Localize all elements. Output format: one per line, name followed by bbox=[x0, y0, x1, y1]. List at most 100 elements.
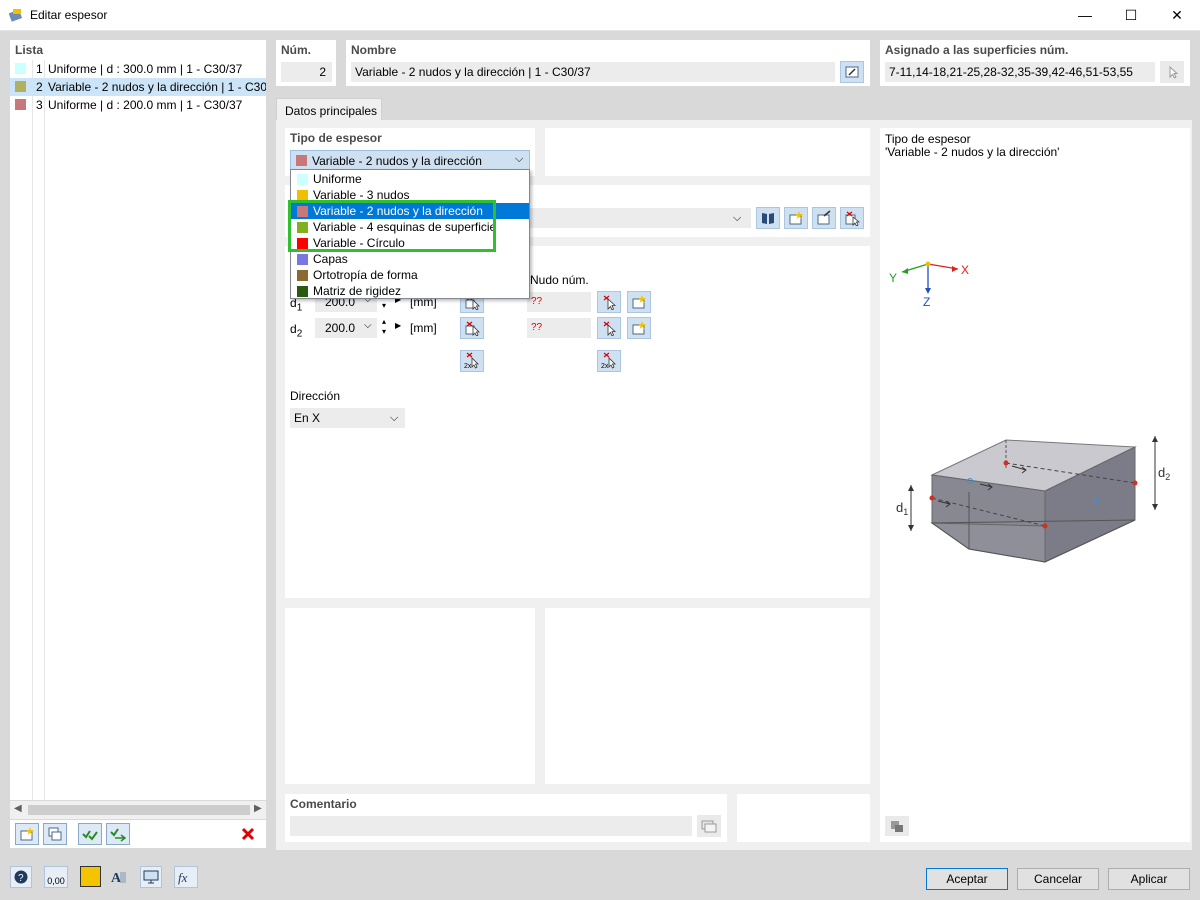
svg-text:2x: 2x bbox=[601, 363, 609, 370]
pick-icon bbox=[845, 211, 860, 226]
list-item[interactable]: 3 Uniforme | d : 200.0 mm | 1 - C30/37 bbox=[10, 96, 266, 114]
scroll-right-icon[interactable]: ▶ bbox=[254, 803, 262, 814]
color-button[interactable] bbox=[80, 866, 101, 887]
scroll-left-icon[interactable]: ◀ bbox=[14, 803, 22, 814]
new-node-button[interactable] bbox=[627, 291, 651, 313]
list-item-color bbox=[15, 81, 26, 92]
preview-panel: Tipo de espesor 'Variable - 2 nudos y la… bbox=[880, 128, 1190, 842]
new-item-button[interactable] bbox=[15, 823, 39, 845]
step-right-icon[interactable]: ▶ bbox=[395, 321, 401, 330]
new-material-button[interactable] bbox=[784, 207, 808, 229]
chevron-down-icon: ⌵ bbox=[733, 212, 742, 224]
check-selected-button[interactable] bbox=[106, 823, 130, 845]
new-item-icon bbox=[20, 827, 34, 841]
chevron-down-icon: ⌵ bbox=[515, 153, 524, 165]
spinner-icon[interactable]: ▴▾ bbox=[382, 317, 386, 337]
copy-item-button[interactable] bbox=[43, 823, 67, 845]
tipo-color-swatch bbox=[296, 155, 307, 166]
nombre-label: Nombre bbox=[351, 43, 397, 57]
text-a-icon: A bbox=[111, 871, 126, 886]
accept-button[interactable]: Aceptar bbox=[926, 868, 1008, 890]
node-field[interactable]: ?? bbox=[527, 318, 591, 338]
nombre-panel: Nombre Variable - 2 nudos y la dirección… bbox=[346, 40, 870, 86]
select-surfaces-button[interactable] bbox=[1160, 61, 1184, 83]
close-button[interactable]: ✕ bbox=[1154, 0, 1200, 31]
preview-icon bbox=[891, 821, 903, 832]
material-select[interactable]: ⌵ bbox=[529, 208, 751, 228]
list-item-label: Uniforme | d : 200.0 mm | 1 - C30/37 bbox=[48, 98, 243, 112]
tipo-select[interactable]: Variable - 2 nudos y la dirección ⌵ bbox=[290, 150, 530, 170]
edit-material-button[interactable] bbox=[812, 207, 836, 229]
tipo-option[interactable]: Ortotropía de forma bbox=[291, 267, 529, 283]
comment-library-button[interactable] bbox=[697, 815, 721, 837]
view-button[interactable] bbox=[140, 866, 162, 888]
list-item-label: Variable - 2 nudos y la dirección | 1 - … bbox=[48, 80, 266, 94]
preview-title: Tipo de espesor bbox=[885, 132, 971, 146]
font-button[interactable]: A bbox=[107, 866, 129, 888]
help-icon: ? bbox=[14, 870, 28, 884]
pick-icon bbox=[603, 321, 617, 336]
chevron-down-icon: ⌵ bbox=[390, 412, 399, 424]
option-color-swatch bbox=[297, 254, 308, 266]
new-node-button[interactable] bbox=[627, 317, 651, 339]
edit-material-icon bbox=[817, 210, 831, 225]
pick-two-icon: 2x bbox=[601, 352, 616, 370]
list-item-label: Uniforme | d : 300.0 mm | 1 - C30/37 bbox=[48, 62, 243, 76]
axis-y-label: Y bbox=[889, 271, 897, 285]
d2-label: d2 bbox=[1158, 465, 1170, 482]
select-node-button[interactable] bbox=[597, 317, 621, 339]
node-field[interactable]: ?? bbox=[527, 292, 591, 312]
list-panel: Lista 1 Uniforme | d : 300.0 mm | 1 - C30… bbox=[10, 40, 266, 800]
tab-label: Datos principales bbox=[285, 104, 378, 118]
pick-node-icon bbox=[465, 321, 480, 336]
pick-material-button[interactable] bbox=[840, 207, 864, 229]
direccion-select[interactable]: En X ⌵ bbox=[290, 408, 405, 428]
tipo-selected-label: Variable - 2 nudos y la dirección bbox=[312, 154, 482, 168]
list-scrollbar[interactable]: ◀ ▶ bbox=[10, 801, 266, 819]
tab-datos-principales[interactable]: Datos principales bbox=[276, 98, 382, 120]
num-field[interactable]: 2 bbox=[281, 62, 332, 82]
edit-name-button[interactable] bbox=[840, 61, 864, 83]
formula-button[interactable]: fx bbox=[174, 866, 198, 888]
select-node-button[interactable] bbox=[597, 291, 621, 313]
scroll-thumb[interactable] bbox=[28, 805, 250, 815]
preview-options-button[interactable] bbox=[885, 816, 909, 836]
empty-panel-right bbox=[545, 608, 870, 784]
pick-node-button[interactable] bbox=[460, 317, 484, 339]
num-label: Núm. bbox=[281, 43, 311, 57]
list-item[interactable]: 1 Uniforme | d : 300.0 mm | 1 - C30/37 bbox=[10, 60, 266, 78]
copy-icon bbox=[48, 827, 62, 841]
num-panel: Núm. 2 bbox=[276, 40, 336, 86]
new-node-icon bbox=[632, 321, 646, 335]
apply-button[interactable]: Aplicar bbox=[1108, 868, 1190, 890]
asignado-field[interactable]: 7-11,14-18,21-25,28-32,35-39,42-46,51-53… bbox=[885, 62, 1155, 82]
check-all-button[interactable] bbox=[78, 823, 102, 845]
material-library-button[interactable] bbox=[756, 207, 780, 229]
units-button[interactable]: 0,00 bbox=[44, 866, 68, 888]
comment-icon bbox=[701, 820, 717, 833]
unit-label: [mm] bbox=[410, 321, 437, 335]
minimize-button[interactable]: — bbox=[1062, 0, 1108, 31]
pick-two-nodes-button-2[interactable]: 2x bbox=[597, 350, 621, 372]
maximize-button[interactable]: ☐ bbox=[1108, 0, 1154, 31]
empty-panel-comment bbox=[737, 794, 870, 842]
axis-z-label: Z bbox=[923, 295, 930, 309]
comentario-field[interactable] bbox=[290, 816, 692, 836]
comentario-label: Comentario bbox=[290, 797, 357, 811]
tipo-option[interactable]: Uniforme bbox=[291, 171, 529, 187]
new-node-icon bbox=[632, 295, 646, 309]
tipo-option[interactable]: Matriz de rigidez bbox=[291, 283, 529, 299]
tipo-option[interactable]: Capas bbox=[291, 251, 529, 267]
cancel-button[interactable]: Cancelar bbox=[1017, 868, 1099, 890]
nombre-field[interactable]: Variable - 2 nudos y la dirección | 1 - … bbox=[351, 62, 835, 82]
option-label: Uniforme bbox=[313, 172, 362, 186]
help-button[interactable]: ? bbox=[10, 866, 32, 888]
pick-icon bbox=[603, 295, 617, 310]
delete-item-button[interactable] bbox=[236, 823, 260, 845]
list-item[interactable]: 2 Variable - 2 nudos y la dirección | 1 -… bbox=[10, 78, 266, 96]
thickness-diagram: d1 d2 bbox=[896, 436, 1170, 563]
asignado-label: Asignado a las superficies núm. bbox=[885, 43, 1069, 57]
delete-icon bbox=[241, 827, 255, 841]
chevron-down-icon[interactable]: ⌵ bbox=[364, 320, 372, 331]
pick-two-nodes-button[interactable]: 2x bbox=[460, 350, 484, 372]
